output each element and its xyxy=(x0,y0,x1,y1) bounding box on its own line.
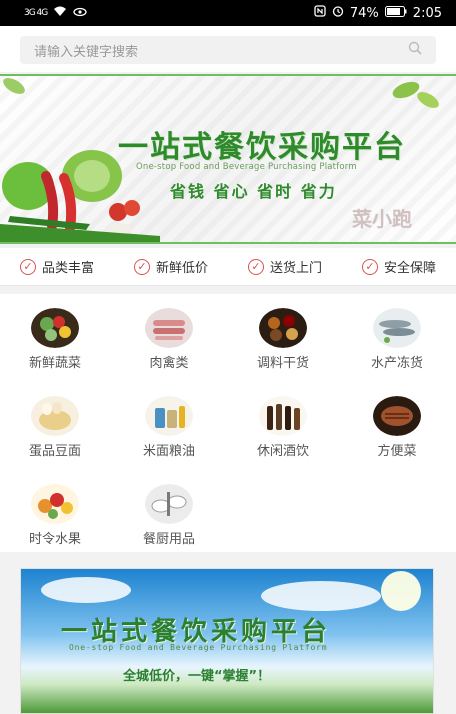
category-label: 方便菜 xyxy=(377,444,417,459)
category-item-convenience[interactable]: 方便菜 xyxy=(352,396,442,468)
rice-oil-icon xyxy=(145,396,193,436)
check-circle-icon: ✓ xyxy=(133,258,150,275)
fruit-icon xyxy=(31,484,79,524)
promo-banner-bottom-wrapper: 一站式餐饮采购平台 One-stop Food and Beverage Pur… xyxy=(0,558,456,714)
alarm-icon xyxy=(332,5,344,21)
promo-banner-bottom[interactable]: 一站式餐饮采购平台 One-stop Food and Beverage Pur… xyxy=(20,568,434,714)
search-placeholder: 请输入关键字搜索 xyxy=(34,44,139,60)
spices-icon xyxy=(259,308,307,348)
category-item-vegetables[interactable]: 新鲜蔬菜 xyxy=(10,308,100,380)
category-label: 餐厨用品 xyxy=(142,532,195,547)
feature-label: 安全保障 xyxy=(383,261,436,276)
banner-title: 一站式餐饮采购平台 xyxy=(118,130,406,165)
clock-time: 2:05 xyxy=(412,5,442,21)
signal-icon: 3G 4G xyxy=(24,8,48,18)
wine-icon xyxy=(259,396,307,436)
promo-banner-top[interactable]: 一站式餐饮采购平台 One-stop Food and Beverage Pur… xyxy=(0,74,456,244)
battery-percent: 74% xyxy=(349,5,379,21)
eggs-icon xyxy=(31,396,79,436)
category-label: 新鲜蔬菜 xyxy=(28,356,81,371)
tableware-icon xyxy=(145,484,193,524)
category-item-tableware[interactable]: 餐厨用品 xyxy=(124,484,214,556)
category-label: 蛋品豆面 xyxy=(28,444,81,459)
feature-label: 送货上门 xyxy=(269,261,322,276)
category-label: 休闲酒饮 xyxy=(256,444,309,459)
nfc-icon xyxy=(314,5,326,21)
banner-slogan: 省钱 省心 省时 省力 xyxy=(170,182,337,201)
sun-icon xyxy=(381,571,421,611)
banner-subtitle: One-stop Food and Beverage Purchasing Pl… xyxy=(69,643,328,652)
feature-label: 新鲜低价 xyxy=(155,261,208,276)
category-item-eggs[interactable]: 蛋品豆面 xyxy=(10,396,100,468)
cloud-decoration xyxy=(261,581,381,611)
search-bar: 请输入关键字搜索 xyxy=(0,26,456,72)
eye-icon xyxy=(73,6,87,21)
search-icon[interactable] xyxy=(408,41,422,59)
cloud-decoration xyxy=(41,577,131,603)
banner-slogan: 全城低价，一键“掌握”！ xyxy=(123,669,271,684)
search-input[interactable]: 请输入关键字搜索 xyxy=(20,36,436,64)
banner-subtitle: One-stop Food and Beverage Purchasing Pl… xyxy=(136,162,357,172)
feature-item: ✓ 新鲜低价 xyxy=(133,257,208,276)
check-circle-icon: ✓ xyxy=(247,258,264,275)
fish-icon xyxy=(373,308,421,348)
feature-label: 品类丰富 xyxy=(41,261,94,276)
category-label: 水产冻货 xyxy=(370,356,423,371)
check-circle-icon: ✓ xyxy=(19,258,36,275)
brand-watermark: 菜小跑 xyxy=(352,206,412,231)
vegetables-icon xyxy=(31,308,79,348)
wifi-icon xyxy=(53,6,67,21)
category-label: 时令水果 xyxy=(28,532,81,547)
category-item-meat[interactable]: 肉禽类 xyxy=(124,308,214,380)
feature-item: ✓ 品类丰富 xyxy=(19,257,94,276)
category-label: 米面粮油 xyxy=(142,444,195,459)
leaf-decoration xyxy=(392,81,439,108)
category-item-fruit[interactable]: 时令水果 xyxy=(10,484,100,556)
category-label: 调料干货 xyxy=(256,356,309,371)
check-circle-icon: ✓ xyxy=(361,258,378,275)
category-item-spices[interactable]: 调料干货 xyxy=(238,308,328,380)
feature-item: ✓ 送货上门 xyxy=(247,257,322,276)
category-item-rice-oil[interactable]: 米面粮油 xyxy=(124,396,214,468)
category-item-seafood[interactable]: 水产冻货 xyxy=(352,308,442,380)
battery-icon xyxy=(384,5,407,21)
feature-item: ✓ 安全保障 xyxy=(361,257,436,276)
category-item-drinks[interactable]: 休闲酒饮 xyxy=(238,396,328,468)
meat-icon xyxy=(145,308,193,348)
leaf-decoration xyxy=(3,78,25,94)
steak-icon xyxy=(373,396,421,436)
status-bar: 3G 4G 74% 2:05 xyxy=(0,0,456,26)
feature-bar: ✓ 品类丰富 ✓ 新鲜低价 ✓ 送货上门 ✓ 安全保障 xyxy=(0,248,456,286)
category-label: 肉禽类 xyxy=(149,356,189,371)
category-grid: 新鲜蔬菜 肉禽类 调料干货 水产冻货 蛋品豆面 米面粮油 休闲酒饮 方便菜 时令… xyxy=(0,294,456,552)
